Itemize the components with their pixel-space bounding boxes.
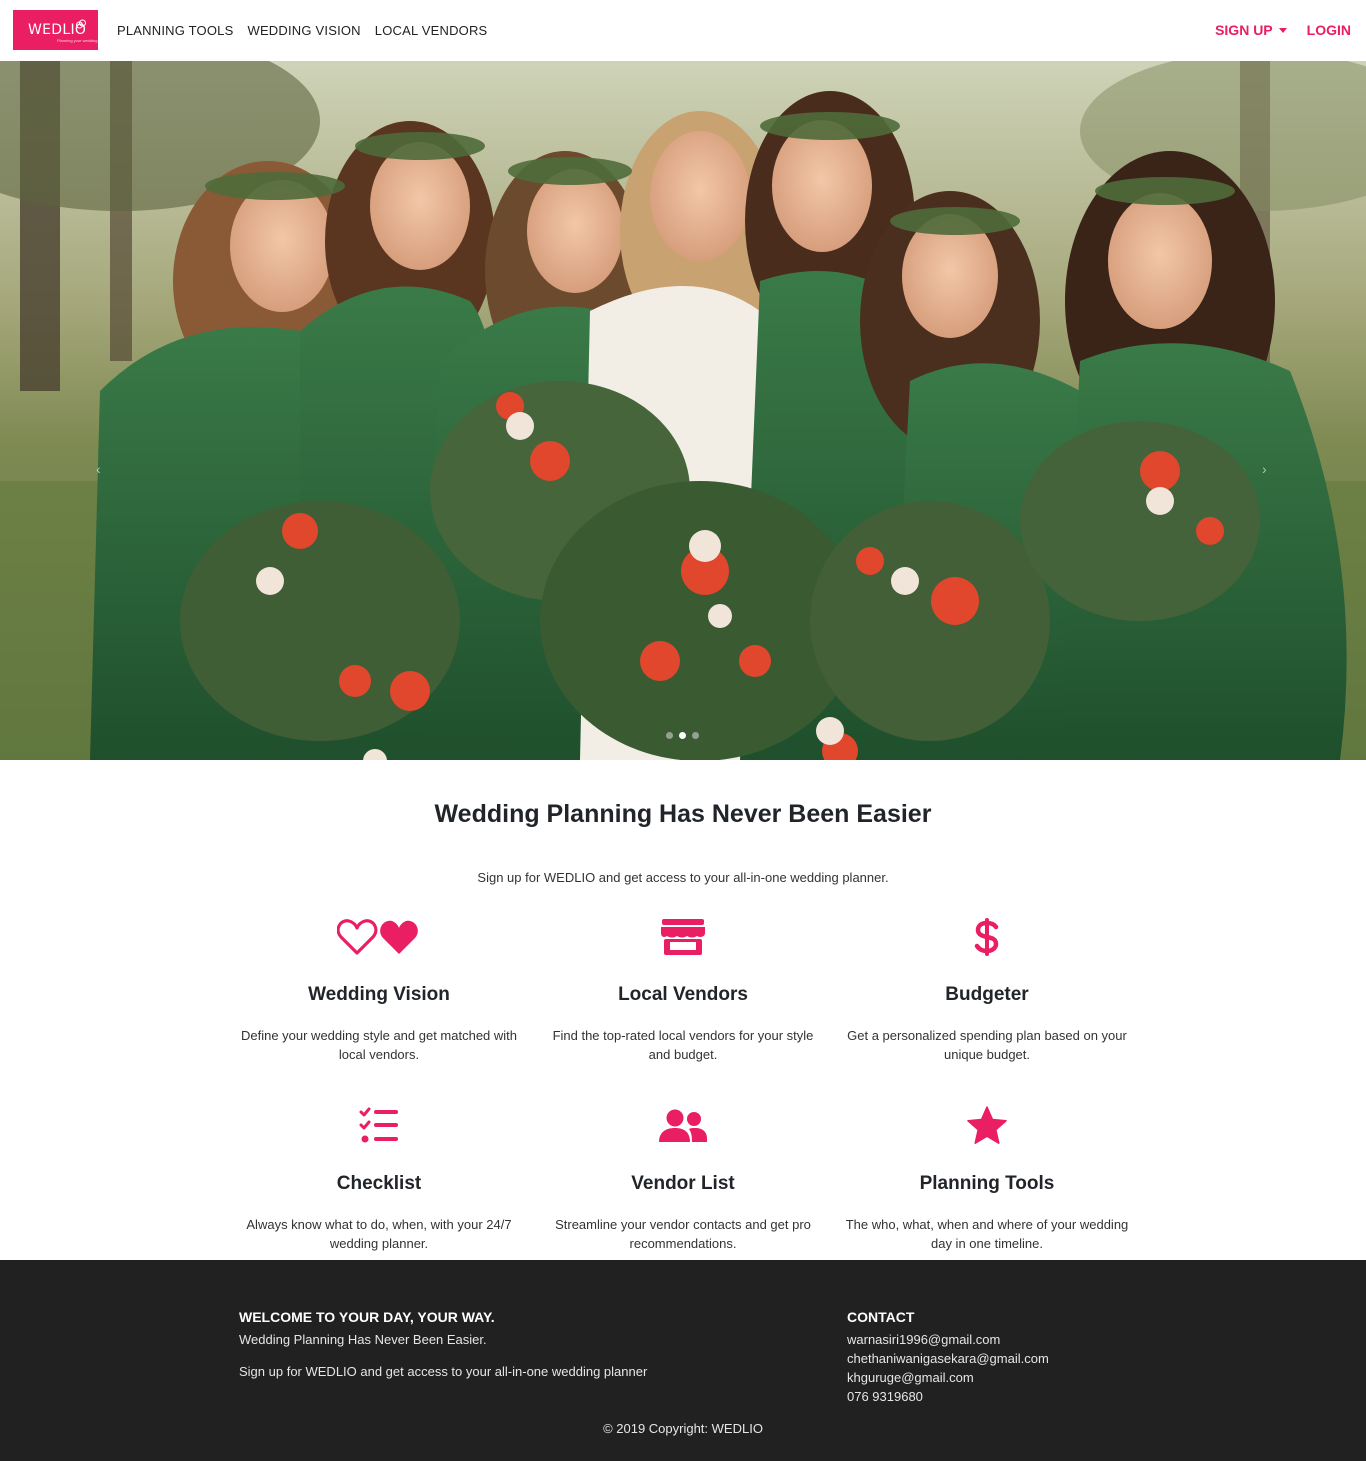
feature-description: Streamline your vendor contacts and get … <box>555 1217 811 1251</box>
carousel-indicators <box>666 732 699 739</box>
feature-title: Vendor List <box>631 1173 735 1194</box>
feature-checklist: Checklist Always know what to do, when, … <box>229 1105 529 1253</box>
feature-local-vendors: Local Vendors Find the top-rated local v… <box>533 916 833 1064</box>
feature-title: Local Vendors <box>618 984 748 1005</box>
sign-up-label: SIGN UP <box>1215 22 1273 38</box>
feature-title: Checklist <box>336 1173 422 1194</box>
section-subtitle: Sign up for WEDLIO and get access to you… <box>477 870 889 885</box>
feature-title: Budgeter <box>945 984 1029 1005</box>
feature-budgeter: Budgeter Get a personalized spending pla… <box>837 916 1137 1064</box>
hearts-icon <box>229 916 529 958</box>
feature-description: Get a personalized spending plan based o… <box>847 1028 1127 1062</box>
contact-email[interactable]: khguruge@gmail.com <box>847 1368 1049 1387</box>
section-title: Wedding Planning Has Never Been Easier <box>434 800 932 828</box>
store-icon <box>533 916 833 958</box>
account-nav: SIGN UP LOGIN <box>1215 22 1351 38</box>
feature-description: Find the top-rated local vendors for you… <box>552 1028 814 1062</box>
brand-tagline: Planning your wedding <box>57 38 98 43</box>
contact-phone: 076 9319680 <box>847 1389 923 1404</box>
nav-link-wedding-vision[interactable]: WEDDING VISION <box>247 23 360 38</box>
dollar-icon <box>837 916 1137 958</box>
users-icon <box>533 1105 833 1147</box>
brand-logo[interactable]: WEDLIO Planning your wedding <box>13 10 98 50</box>
feature-vendor-list: Vendor List Streamline your vendor conta… <box>533 1105 833 1253</box>
contact-email[interactable]: chethaniwanigasekara@gmail.com <box>847 1349 1049 1368</box>
footer-welcome-text: Wedding Planning Has Never Been Easier. <box>239 1332 487 1347</box>
carousel-dot-3[interactable] <box>692 732 699 739</box>
footer-welcome-subtext: Sign up for WEDLIO and get access to you… <box>239 1364 648 1379</box>
footer-welcome-heading: WELCOME TO YOUR DAY, YOUR WAY. <box>239 1309 495 1325</box>
hero-carousel[interactable]: ‹ › <box>0 61 1366 760</box>
feature-title: Planning Tools <box>919 1173 1055 1194</box>
contact-email[interactable]: warnasiri1996@gmail.com <box>847 1330 1049 1349</box>
checklist-icon <box>229 1105 529 1147</box>
hero-image <box>0 61 1366 760</box>
footer: WELCOME TO YOUR DAY, YOUR WAY. Wedding P… <box>0 1260 1366 1461</box>
nav-link-planning-tools[interactable]: PLANNING TOOLS <box>117 23 233 38</box>
rings-icon <box>76 19 86 29</box>
login-link[interactable]: LOGIN <box>1307 22 1351 38</box>
feature-description: Define your wedding style and get matche… <box>240 1028 518 1062</box>
carousel-next-button[interactable]: › <box>1262 461 1267 477</box>
carousel-dot-1[interactable] <box>666 732 673 739</box>
navbar: WEDLIO Planning your wedding PLANNING TO… <box>0 0 1366 61</box>
carousel-dot-2[interactable] <box>679 732 686 739</box>
feature-planning-tools: Planning Tools The who, what, when and w… <box>837 1105 1137 1253</box>
contact-list: warnasiri1996@gmail.com chethaniwanigase… <box>847 1330 1049 1406</box>
main-nav: PLANNING TOOLS WEDDING VISION LOCAL VEND… <box>117 23 487 38</box>
feature-wedding-vision: Wedding Vision Define your wedding style… <box>229 916 529 1064</box>
footer-contact-heading: CONTACT <box>847 1309 915 1325</box>
copyright: © 2019 Copyright: WEDLIO <box>603 1421 763 1436</box>
nav-link-local-vendors[interactable]: LOCAL VENDORS <box>375 23 488 38</box>
caret-down-icon <box>1278 27 1287 33</box>
carousel-prev-button[interactable]: ‹ <box>96 461 101 477</box>
feature-title: Wedding Vision <box>308 984 450 1005</box>
feature-description: The who, what, when and where of your we… <box>845 1217 1129 1251</box>
sign-up-dropdown[interactable]: SIGN UP <box>1215 22 1287 38</box>
feature-description: Always know what to do, when, with your … <box>246 1217 512 1251</box>
star-icon <box>837 1105 1137 1147</box>
